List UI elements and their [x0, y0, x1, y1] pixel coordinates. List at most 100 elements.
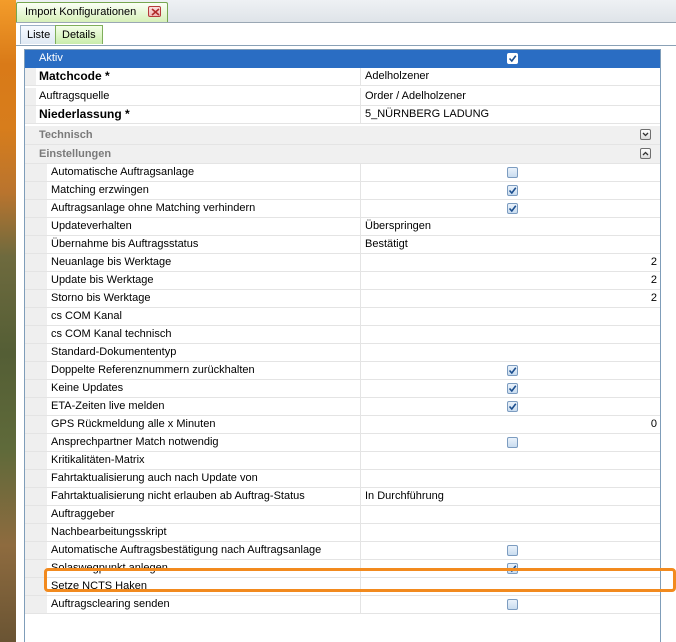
property-value-cell[interactable]: 0	[360, 416, 660, 433]
property-row[interactable]: Kritikalitäten-Matrix	[25, 452, 660, 470]
property-value-cell[interactable]: In Durchführung	[360, 488, 660, 505]
property-label: Storno bis Werktage	[51, 292, 151, 304]
property-label: Automatische Auftragsbestätigung nach Au…	[51, 544, 322, 556]
property-value-cell[interactable]: 2	[360, 272, 660, 289]
chevron-up-icon[interactable]	[640, 148, 651, 159]
property-row[interactable]: Ansprechpartner Match notwendig	[25, 434, 660, 452]
checkbox[interactable]	[507, 437, 518, 448]
row-gutter	[25, 578, 47, 595]
property-label: Übernahme bis Auftragsstatus	[51, 238, 199, 250]
property-label: Standard-Dokumententyp	[51, 346, 177, 358]
property-value-cell[interactable]: Adelholzener	[360, 68, 660, 85]
property-label: Matchcode *	[39, 69, 110, 83]
checkbox[interactable]	[507, 203, 518, 214]
checkbox[interactable]	[507, 401, 518, 412]
property-value-cell[interactable]	[360, 308, 660, 325]
property-row[interactable]: Übernahme bis Auftragsstatus Bestätigt	[25, 236, 660, 254]
chevron-down-icon[interactable]	[640, 129, 651, 140]
property-row[interactable]: Matchcode * Adelholzener	[25, 68, 660, 86]
property-value-cell[interactable]: Order / Adelholzener	[360, 88, 660, 105]
property-row[interactable]: Storno bis Werktage 2	[25, 290, 660, 308]
property-row[interactable]: Auftragsclearing senden	[25, 596, 660, 614]
property-label: Fahrtaktualisierung nicht erlauben ab Au…	[51, 490, 305, 502]
checkmark-icon	[508, 565, 517, 573]
property-label: Solaswegpunkt anlegen	[51, 562, 168, 574]
property-label: Technisch	[39, 129, 93, 141]
checkmark-icon	[508, 403, 517, 411]
property-value-cell[interactable]	[360, 398, 660, 415]
property-value-cell[interactable]: 2	[360, 254, 660, 271]
property-value-cell[interactable]	[360, 470, 660, 487]
property-value: 2	[650, 256, 657, 268]
row-gutter	[25, 218, 47, 235]
checkbox[interactable]	[507, 563, 518, 574]
property-label: Auftraggeber	[51, 508, 115, 520]
property-row-highlighted[interactable]: Solaswegpunkt anlegen	[25, 560, 660, 578]
property-row[interactable]: Updateverhalten Überspringen	[25, 218, 660, 236]
property-value-cell[interactable]	[360, 50, 660, 67]
property-value-cell[interactable]: 2	[360, 290, 660, 307]
checkbox[interactable]	[507, 599, 518, 610]
property-value-cell[interactable]: Überspringen	[360, 218, 660, 235]
property-row[interactable]: Standard-Dokumententyp	[25, 344, 660, 362]
property-row[interactable]: Auftragsquelle Order / Adelholzener	[25, 88, 660, 106]
property-value-cell[interactable]	[360, 362, 660, 379]
property-value-cell[interactable]	[360, 182, 660, 199]
property-row[interactable]: Aktiv	[25, 50, 660, 68]
property-row[interactable]: Nachbearbeitungsskript	[25, 524, 660, 542]
property-value: Order / Adelholzener	[365, 90, 466, 102]
property-value-cell[interactable]	[360, 434, 660, 451]
property-value-cell[interactable]	[360, 596, 660, 613]
checkbox[interactable]	[507, 53, 518, 64]
property-value-cell[interactable]	[360, 542, 660, 559]
row-gutter	[25, 488, 47, 505]
property-row[interactable]: Automatische Auftragsbestätigung nach Au…	[25, 542, 660, 560]
property-row[interactable]: Doppelte Referenznummern zurückhalten	[25, 362, 660, 380]
property-value-cell[interactable]	[360, 560, 660, 577]
close-icon[interactable]	[148, 6, 161, 17]
property-value-cell[interactable]	[360, 452, 660, 469]
checkbox[interactable]	[507, 545, 518, 556]
property-row[interactable]: Matching erzwingen	[25, 182, 660, 200]
property-row[interactable]: Keine Updates	[25, 380, 660, 398]
property-value-cell[interactable]	[360, 164, 660, 181]
property-value-cell[interactable]	[360, 200, 660, 217]
property-value-cell[interactable]	[360, 344, 660, 361]
property-row[interactable]: ETA-Zeiten live melden	[25, 398, 660, 416]
tab-details[interactable]: Details	[55, 25, 103, 44]
property-row[interactable]: Auftraggeber	[25, 506, 660, 524]
property-row[interactable]: cs COM Kanal	[25, 308, 660, 326]
property-row[interactable]: cs COM Kanal technisch	[25, 326, 660, 344]
property-value-cell[interactable]	[360, 326, 660, 343]
property-row[interactable]: GPS Rückmeldung alle x Minuten 0	[25, 416, 660, 434]
checkbox[interactable]	[507, 383, 518, 394]
checkbox[interactable]	[507, 167, 518, 178]
property-row[interactable]: Fahrtaktualisierung auch nach Update von	[25, 470, 660, 488]
property-value-cell[interactable]: 5_NÜRNBERG LADUNG	[360, 106, 660, 123]
property-value-cell[interactable]: Bestätigt	[360, 236, 660, 253]
property-value-cell[interactable]	[360, 524, 660, 541]
document-tab-import-konfigurationen[interactable]: Import Konfigurationen	[16, 2, 168, 22]
row-gutter	[25, 506, 47, 523]
property-row[interactable]: Setze NCTS Haken	[25, 578, 660, 596]
property-value-cell[interactable]	[360, 506, 660, 523]
category-row-technisch[interactable]: Technisch	[25, 126, 660, 145]
property-label: Auftragsanlage ohne Matching verhindern	[51, 202, 256, 214]
property-row[interactable]: Niederlassung * 5_NÜRNBERG LADUNG	[25, 106, 660, 124]
property-label: Keine Updates	[51, 382, 124, 394]
property-row[interactable]: Auftragsanlage ohne Matching verhindern	[25, 200, 660, 218]
category-row-einstellungen[interactable]: Einstellungen	[25, 145, 660, 164]
row-gutter	[25, 164, 47, 181]
property-row[interactable]: Neuanlage bis Werktage 2	[25, 254, 660, 272]
tab-liste[interactable]: Liste	[20, 25, 58, 44]
property-row[interactable]: Update bis Werktage 2	[25, 272, 660, 290]
row-gutter	[25, 560, 47, 577]
property-value-cell[interactable]	[360, 380, 660, 397]
checkbox[interactable]	[507, 185, 518, 196]
property-label: Ansprechpartner Match notwendig	[51, 436, 219, 448]
property-row[interactable]: Automatische Auftragsanlage	[25, 164, 660, 182]
property-value: Überspringen	[365, 220, 432, 232]
checkbox[interactable]	[507, 365, 518, 376]
property-row[interactable]: Fahrtaktualisierung nicht erlauben ab Au…	[25, 488, 660, 506]
property-value-cell[interactable]	[360, 578, 660, 595]
